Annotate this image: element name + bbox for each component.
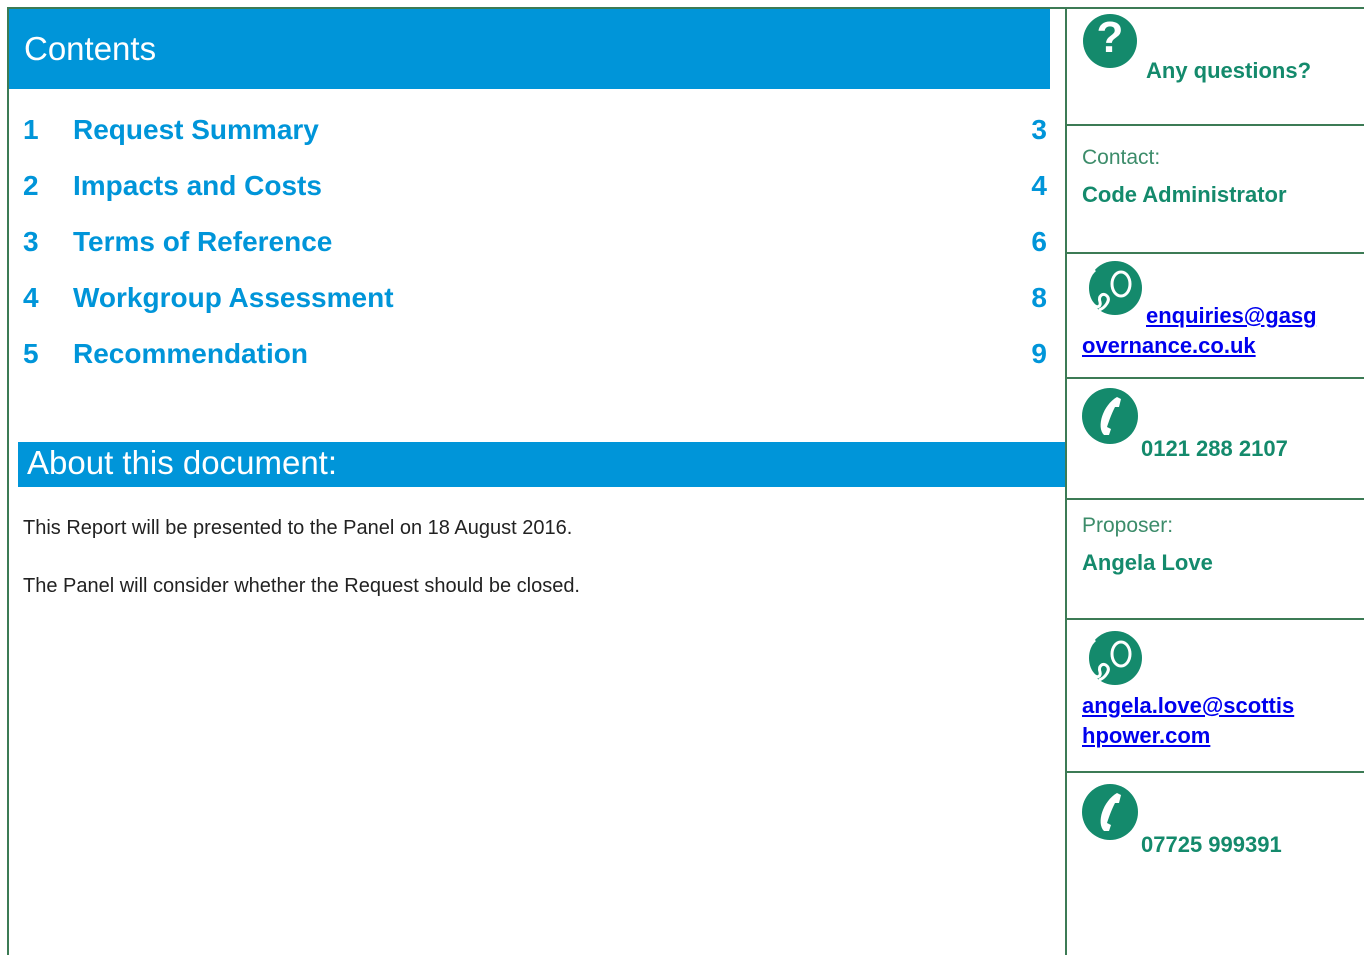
toc-number: 1 (23, 114, 39, 145)
proposer-label: Proposer: (1082, 514, 1174, 537)
toc-item-recommendation[interactable]: 5 Recommendation 9 (9, 334, 1049, 374)
toc-page: 3 (1031, 114, 1047, 145)
contact-label: Contact: (1082, 146, 1161, 169)
about-paragraph: This Report will be presented to the Pan… (23, 517, 573, 539)
phone-icon (1082, 784, 1138, 840)
proposer-phone-cell: 07725 999391 (1067, 773, 1364, 955)
toc-title: Impacts and Costs (73, 170, 322, 201)
questions-cell: ? Any questions? (1067, 7, 1364, 126)
contact-phone: 0121 288 2107 (1141, 436, 1288, 461)
toc-item-workgroup-assessment[interactable]: 4 Workgroup Assessment 8 (9, 278, 1049, 318)
contents-header: Contents (9, 9, 1050, 89)
toc-page: 9 (1031, 338, 1047, 369)
contact-name: Code Administrator (1082, 182, 1287, 207)
contact-phone-cell: 0121 288 2107 (1067, 379, 1364, 500)
proposer-email-cell: angela.love@scottis hpower.com (1067, 620, 1364, 773)
about-paragraph: The Panel will consider whether the Requ… (23, 575, 580, 597)
phone-icon (1082, 388, 1138, 444)
toc-item-request-summary[interactable]: 1 Request Summary 3 (9, 110, 1049, 150)
about-header: About this document: (18, 442, 1065, 487)
contact-email-link-cont[interactable]: overnance.co.uk (1082, 333, 1256, 358)
toc-number: 4 (23, 282, 39, 313)
toc-number: 5 (23, 338, 39, 369)
toc-title: Request Summary (73, 114, 319, 145)
email-icon (1086, 631, 1142, 685)
toc-item-terms-of-reference[interactable]: 3 Terms of Reference 6 (9, 222, 1049, 262)
toc-title: Workgroup Assessment (73, 282, 394, 313)
question-mark-icon: ? (1083, 13, 1137, 68)
toc-page: 8 (1031, 282, 1047, 313)
proposer-name: Angela Love (1082, 550, 1213, 575)
toc-number: 3 (23, 226, 39, 257)
toc-title: Terms of Reference (73, 226, 333, 257)
questions-title: Any questions? (1146, 58, 1312, 83)
contact-cell: Contact: Code Administrator (1067, 126, 1364, 254)
toc-page: 4 (1031, 170, 1047, 201)
proposer-email-link[interactable]: angela.love@scottis (1082, 693, 1294, 718)
about-heading: About this document: (27, 444, 338, 481)
contents-heading: Contents (24, 30, 157, 67)
proposer-email-link-cont[interactable]: hpower.com (1082, 723, 1210, 748)
proposer-cell: Proposer: Angela Love (1067, 500, 1364, 620)
toc-number: 2 (23, 170, 39, 201)
toc-item-impacts-and-costs[interactable]: 2 Impacts and Costs 4 (9, 166, 1049, 206)
contact-email-cell: enquiries@gasg overnance.co.uk (1067, 254, 1364, 379)
contact-email-link[interactable]: enquiries@gasg (1146, 303, 1317, 328)
sidebar: ? Any questions? Contact: Code Administr… (1065, 7, 1364, 955)
proposer-phone: 07725 999391 (1141, 832, 1282, 857)
toc-page: 6 (1031, 226, 1047, 257)
toc-title: Recommendation (73, 338, 308, 369)
main-content: Contents 1 Request Summary 3 2 Impacts a… (9, 9, 1065, 955)
